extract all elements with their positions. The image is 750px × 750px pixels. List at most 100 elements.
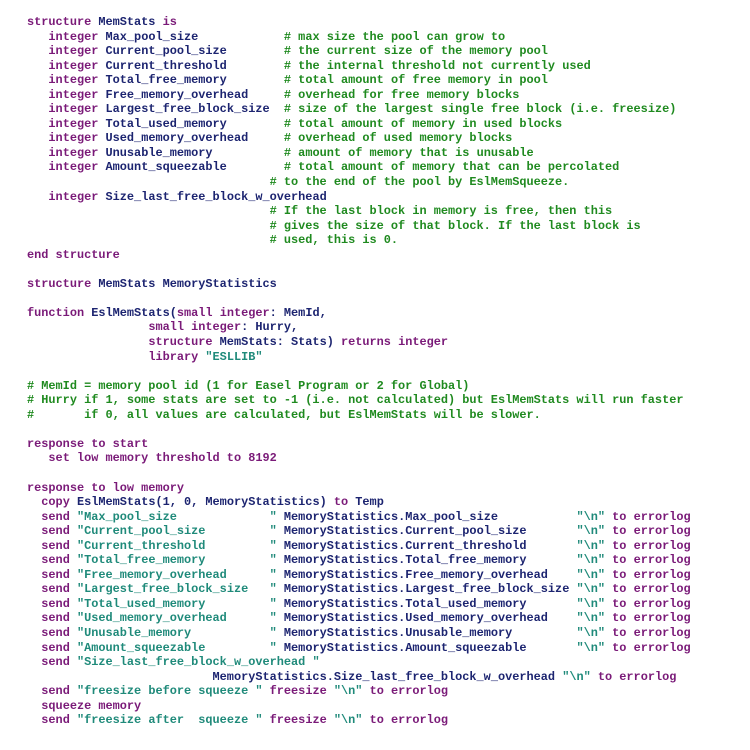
comment-token: # total amount of free memory in pool [283,73,548,88]
string-token: "\n" [333,713,370,728]
identifier-token: MemoryStatistics.Total_used_memory [283,596,577,611]
code-line: send "Amount_squeezable " MemoryStatisti… [27,640,691,656]
identifier-token: MemoryStatistics.Max_pool_size [283,509,577,524]
keyword-token: squeeze memory [41,698,142,713]
identifier-token: Unusable_memory [105,145,284,160]
keyword-token: send [41,509,77,524]
identifier-token: MemStats MemoryStatistics [98,276,277,291]
string-token: "\n" [576,611,613,626]
keyword-token: small integer [176,305,270,320]
code-line: integer Total_used_memory # total amount… [27,117,691,132]
identifier-token: MemoryStatistics.Largest_free_block_size [283,582,577,597]
identifier-token: MemoryStatistics.Amount_squeezable [283,640,577,655]
keyword-token: integer [48,29,106,44]
string-token: "Max_pool_size " [76,509,284,524]
code-line: # MemId = memory pool id (1 for Easel Pr… [27,379,691,394]
comment-token: # total amount of memory in used blocks [283,116,563,131]
code-line: structure MemStats MemoryStatistics [27,277,691,292]
identifier-token: EslMemStats(1, 0, MemoryStatistics) [76,495,334,510]
code-line: send "Total_free_memory " MemoryStatisti… [27,553,690,568]
keyword-token: send [41,713,77,728]
code-line: integer Current_pool_size # the current … [27,44,691,59]
keyword-token: send [41,611,77,626]
comment-token: # Hurry if 1, some stats are set to -1 (… [27,393,684,408]
string-token: "Amount_squeezable " [76,640,284,655]
string-token: "\n" [576,625,613,640]
string-token: "Total_free_memory " [76,553,284,568]
identifier-token: Amount_squeezable [105,160,284,175]
code-line: # used, this is 0. [27,233,691,248]
keyword-token: copy [41,495,77,510]
comment-token: # if 0, all values are calculated, but E… [27,407,541,422]
keyword-token: is [162,15,177,29]
keyword-token: send [41,684,77,699]
keyword-token: to errorlog [612,524,691,539]
code-line: response to start [27,437,691,452]
keyword-token: to errorlog [612,509,691,524]
keyword-token: freesize [269,684,334,699]
keyword-token: integer [48,102,106,117]
keyword-token: to [333,495,356,510]
keyword-token: integer [48,160,106,175]
identifier-token: Largest_free_block_size [105,102,284,117]
keyword-token: to errorlog [369,713,449,728]
comment-token: # MemId = memory pool id (1 for Easel Pr… [27,378,470,393]
code-line: response to low memory [27,481,691,496]
code-line: integer Largest_free_block_size # size o… [27,102,691,117]
code-line: send "Unusable_memory " MemoryStatistics… [27,625,690,641]
keyword-token: response to start [27,436,149,451]
keyword-token: library [148,349,206,364]
keyword-token: send [41,524,77,539]
keyword-token: integer [48,58,106,73]
keyword-token: integer [48,73,106,88]
code-line: send "Max_pool_size " MemoryStatistics.M… [27,509,691,525]
code-line: integer Amount_squeezable # total amount… [27,160,691,175]
keyword-token: integer [48,189,106,204]
code-line: send "Total_used_memory " MemoryStatisti… [27,596,691,612]
code-line: send "Size_last_free_block_w_overhead " [27,655,691,670]
keyword-token: send [41,538,77,553]
keyword-token: integer [48,44,106,59]
keyword-token: integer [48,145,106,160]
code-line: integer Max_pool_size # max size the poo… [27,30,691,45]
comment-token: # used, this is 0. [269,233,399,248]
keyword-token: to errorlog [612,611,691,626]
keyword-token: send [41,582,77,597]
string-token: "\n" [576,582,613,597]
code-line: squeeze memory [27,699,691,714]
identifier-token: Total_free_memory [105,73,284,88]
keyword-token: send [41,640,77,655]
keyword-token: to errorlog [612,640,691,655]
code-listing: structure MemStats is integer Max_pool_s… [27,15,691,728]
comment-token: # If the last block in memory is free, t… [269,204,613,219]
keyword-token: to errorlog [612,596,691,611]
code-line: structure MemStats: Stats) returns integ… [27,335,691,350]
keyword-token: integer [48,116,106,131]
code-line: end structure [27,248,691,263]
keyword-token: returns integer [340,335,449,350]
string-token: "Current_threshold " [76,538,284,553]
identifier-token: Total_used_memory [105,116,284,131]
string-token: "\n" [576,524,613,539]
code-line: send "Free_memory_overhead " MemoryStati… [27,568,690,583]
code-line: library "ESLLIB" [27,350,691,365]
